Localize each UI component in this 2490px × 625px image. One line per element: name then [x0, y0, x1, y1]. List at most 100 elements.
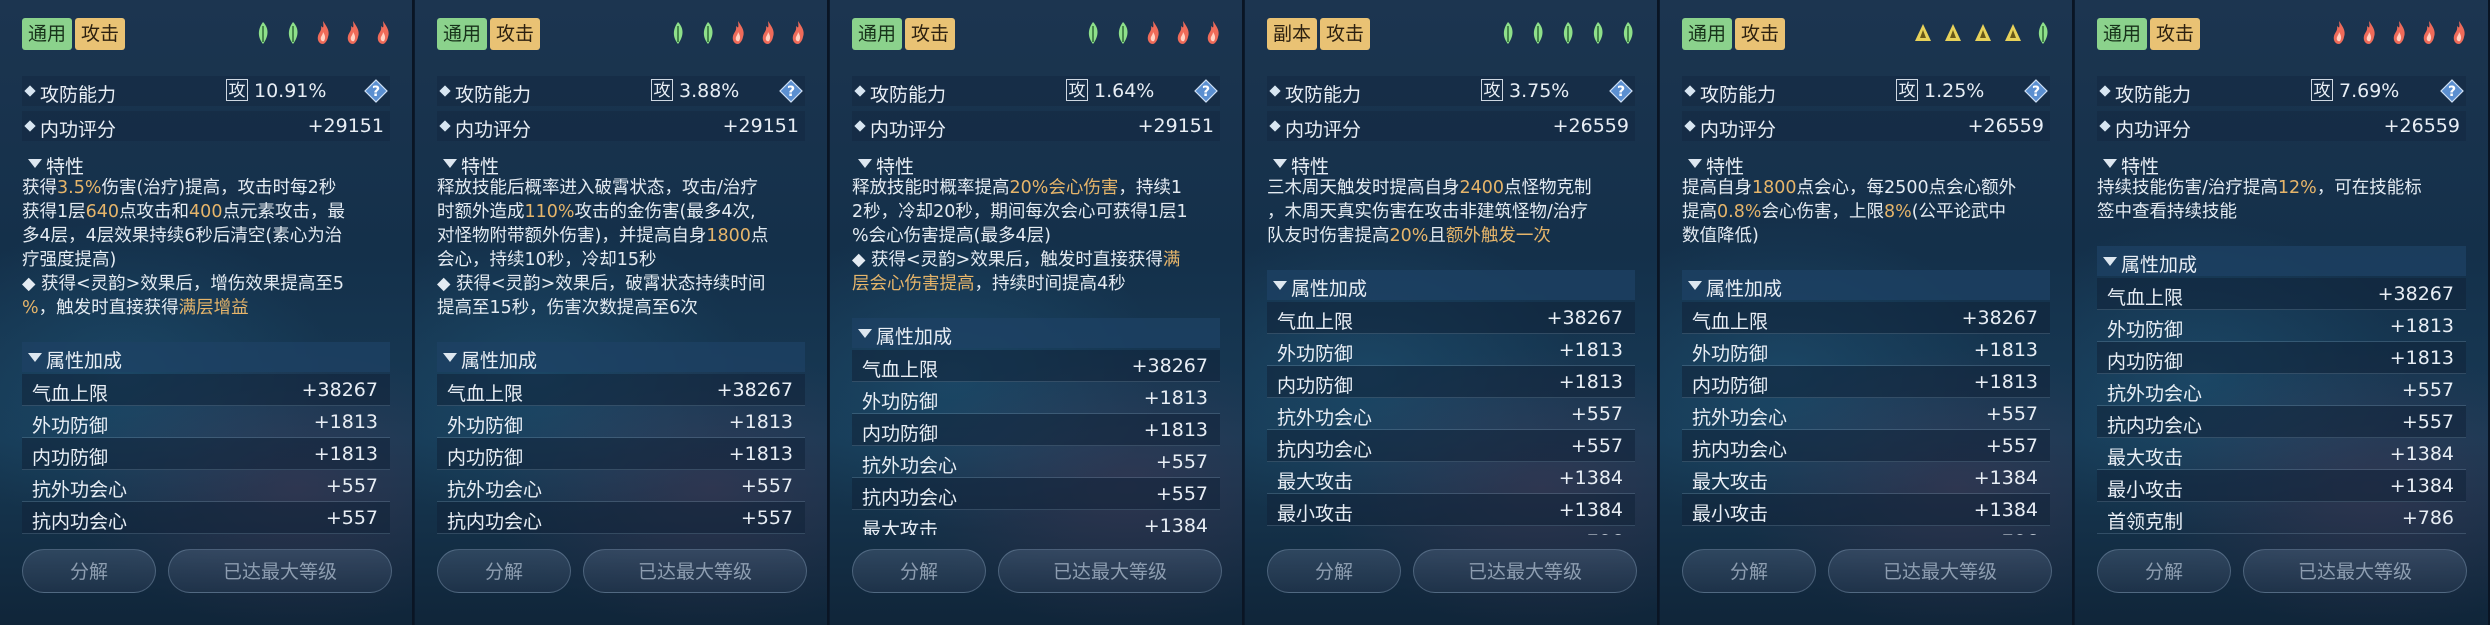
attack-type-badge: 攻	[1066, 79, 1088, 101]
attribute-list: 气血上限 +38267 外功防御 +1813 内功防御 +1813 抗外功会心 +557 抗内功…	[852, 350, 1220, 535]
section-title: 特性	[876, 156, 915, 178]
attack-type-badge: 攻	[226, 79, 248, 101]
attribute-label: 抗外功会心	[2107, 383, 2203, 405]
highlight-text: 层会心伤害提高	[852, 274, 975, 294]
plain-text: ，木周天真实伤害在攻击非建筑怪物/治疗	[1267, 202, 1588, 222]
type-tag: 攻击	[1735, 18, 1786, 50]
attribute-value: +557	[740, 475, 793, 497]
bullet-icon	[24, 85, 36, 97]
attribute-list: 气血上限 +38267 外功防御 +1813 内功防御 +1813 抗外功会心 +557 抗内功…	[2097, 278, 2466, 535]
attribute-row: 最大攻击 +1384	[1682, 462, 2050, 494]
attribute-label: 最小攻击	[1692, 503, 1769, 525]
trait-section-header[interactable]: 特性	[852, 148, 1220, 178]
help-icon[interactable]: ?	[1609, 79, 1633, 103]
plain-text: ，触发时直接获得	[38, 298, 179, 318]
stat-label: 内功评分	[2115, 119, 2192, 141]
leaf-icon	[258, 22, 268, 44]
max-level-button[interactable]: 已达最大等级	[583, 549, 807, 593]
attribute-row: 首领克制 +786	[1267, 526, 1635, 535]
help-icon[interactable]: ?	[364, 79, 388, 103]
attribute-row: 内功防御 +1813	[1267, 366, 1635, 398]
decompose-button[interactable]: 分解	[852, 549, 986, 593]
stat-row-inner-score: 内功评分 +29151	[852, 111, 1220, 141]
help-icon[interactable]: ?	[1194, 79, 1218, 103]
attribute-label: 内功防御	[2107, 351, 2184, 373]
decompose-button[interactable]: 分解	[22, 549, 156, 593]
attribute-section-header[interactable]: 属性加成	[2097, 246, 2466, 276]
collapse-triangle-icon	[858, 159, 872, 168]
attribute-row: 内功防御 +1813	[2097, 342, 2466, 374]
decompose-button[interactable]: 分解	[1267, 549, 1401, 593]
trait-section-header[interactable]: 特性	[1682, 148, 2050, 178]
attribute-section-header[interactable]: 属性加成	[437, 342, 805, 372]
plain-text: 对怪物附带额外伤害)，并提高自身	[437, 226, 707, 246]
attribute-row: 最大攻击 +1384	[1267, 462, 1635, 494]
flame-icon	[2393, 21, 2405, 44]
category-tag: 通用	[22, 18, 73, 50]
trait-description: 提高自身1800点会心，每2500点会心额外 提高0.8%会心伤害，上限8%(公平…	[1682, 176, 2056, 248]
attribute-row: 首领克制 +786	[1682, 526, 2050, 535]
help-icon[interactable]: ?	[779, 79, 803, 103]
description-line: 提高自身1800点会心，每2500点会心额外	[1682, 176, 2056, 200]
stat-value: 3.88%	[679, 80, 740, 102]
stat-row-attack-ability: 攻防能力 攻 3.88%?	[437, 76, 805, 106]
attribute-value: +1813	[728, 411, 793, 433]
description-line: 多4层，4层效果持续6秒后清空(素心为治	[22, 224, 396, 248]
trait-section-header[interactable]: 特性	[1267, 148, 1635, 178]
highlight-text: 8%	[1883, 202, 1912, 222]
decompose-button[interactable]: 分解	[2097, 549, 2231, 593]
quality-icons	[669, 20, 807, 46]
leaf-icon	[288, 22, 298, 44]
attribute-label: 首领克制	[1277, 531, 1353, 535]
attack-type-badge: 攻	[2311, 79, 2333, 101]
attack-type-badge: 攻	[1481, 79, 1503, 101]
section-title: 属性加成	[1706, 278, 1783, 300]
attribute-value: +1813	[1558, 339, 1623, 361]
help-icon[interactable]: ?	[2024, 79, 2048, 103]
attribute-value: +38267	[1961, 307, 2038, 329]
attribute-label: 外功防御	[2107, 319, 2184, 341]
leaf-icon	[703, 22, 713, 44]
attribute-section-header[interactable]: 属性加成	[1682, 270, 2050, 300]
plain-text: 数值降低)	[1682, 226, 1759, 246]
help-icon[interactable]: ?	[2440, 79, 2464, 103]
trait-description: 持续技能伤害/治疗提高12%，可在技能标 签中查看持续技能	[2097, 176, 2471, 224]
max-level-button[interactable]: 已达最大等级	[1828, 549, 2052, 593]
flame-icon	[347, 21, 359, 44]
attribute-label: 首领克制	[2107, 511, 2184, 533]
description-line: 对怪物附带额外伤害)，并提高自身1800点	[437, 224, 811, 248]
attribute-section-header[interactable]: 属性加成	[852, 318, 1220, 348]
attribute-row: 首领克制 +786	[2097, 502, 2466, 534]
flame-icon	[1147, 21, 1159, 44]
trait-section-header[interactable]: 特性	[2097, 148, 2466, 178]
attribute-section-header[interactable]: 属性加成	[22, 342, 390, 372]
attribute-label: 气血上限	[447, 383, 524, 405]
stat-row-attack-ability: 攻防能力 攻 3.75%?	[1267, 76, 1635, 106]
tag-group: 通用 攻击	[852, 18, 956, 50]
attribute-list: 气血上限 +38267 外功防御 +1813 内功防御 +1813 抗外功会心 +557 抗内功…	[1682, 302, 2050, 535]
highlight-text: 0.8%	[1717, 202, 1762, 222]
plain-text: 会心，持续10秒，冷却15秒	[437, 250, 657, 270]
trait-section-header[interactable]: 特性	[22, 148, 390, 178]
description-line: 释放技能后概率进入破霄状态，攻击/治疗	[437, 176, 811, 200]
attribute-section-header[interactable]: 属性加成	[1267, 270, 1635, 300]
attribute-row: 抗内功会心 +557	[852, 478, 1220, 510]
max-level-button[interactable]: 已达最大等级	[2243, 549, 2467, 593]
plain-text: 释放技能时概率提高	[852, 178, 1010, 198]
max-level-button[interactable]: 已达最大等级	[168, 549, 392, 593]
trait-section-header[interactable]: 特性	[437, 148, 805, 178]
attribute-value: +1813	[1558, 371, 1623, 393]
attribute-value: +557	[1985, 403, 2038, 425]
max-level-button[interactable]: 已达最大等级	[1413, 549, 1637, 593]
leaf-icon	[1593, 22, 1603, 44]
stat-row-attack-ability: 攻防能力 攻 1.64%?	[852, 76, 1220, 106]
decompose-button[interactable]: 分解	[1682, 549, 1816, 593]
decompose-button[interactable]: 分解	[437, 549, 571, 593]
highlight-text: 1800	[706, 226, 751, 246]
attribute-label: 首领克制	[1692, 531, 1768, 535]
category-tag: 通用	[2097, 18, 2148, 50]
attribute-value: +557	[740, 507, 793, 529]
max-level-button[interactable]: 已达最大等级	[998, 549, 1222, 593]
stat-label: 内功评分	[1285, 119, 1362, 141]
tooltip-panel: 通用 攻击 攻防能力 攻 3.88%? 内功评分 +29151 特性 释放技能后概率进入破霄状态…	[415, 0, 829, 625]
